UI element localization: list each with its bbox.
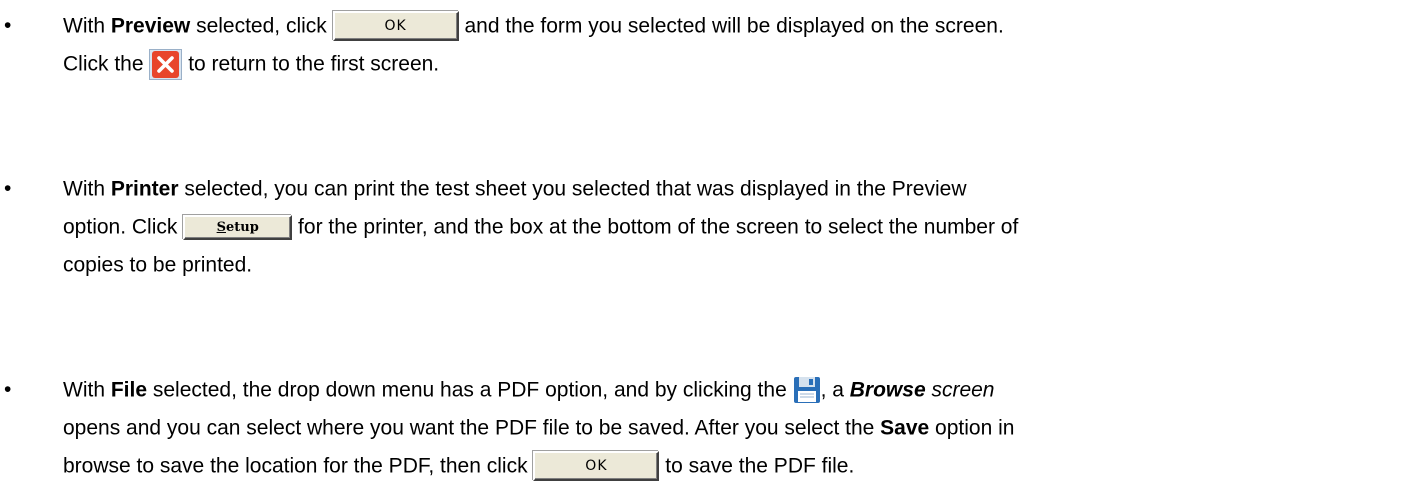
paragraph-line: With File selected, the drop down menu h… xyxy=(63,372,995,408)
preview-option-label: Preview xyxy=(110,14,191,38)
printer-option-label: Printer xyxy=(110,177,179,201)
ok-button[interactable]: OK xyxy=(533,451,660,482)
bullet-point: • xyxy=(4,177,12,200)
paragraph-line: Click the to return to the first screen. xyxy=(63,46,439,82)
close-icon[interactable] xyxy=(149,48,183,80)
paragraph-line: With Preview selected, click OK and the … xyxy=(63,8,1004,44)
bullet-point: • xyxy=(4,378,12,401)
paragraph-line: option. Click Setup for the printer, and… xyxy=(63,214,1019,240)
paragraph-line: opens and you can select where you want … xyxy=(63,416,1015,440)
bullet-point: • xyxy=(4,14,12,37)
save-option-label: Save xyxy=(880,416,930,440)
ok-button[interactable]: OK xyxy=(332,11,459,42)
paragraph-line: browse to save the location for the PDF,… xyxy=(63,448,854,484)
browse-label: Browse xyxy=(849,378,926,402)
paragraph-line: copies to be printed. xyxy=(63,253,253,277)
setup-button[interactable]: Setup xyxy=(183,214,293,240)
file-option-label: File xyxy=(110,378,148,402)
save-disk-icon[interactable] xyxy=(793,376,821,404)
paragraph-line: With Printer selected, you can print the… xyxy=(63,177,967,201)
